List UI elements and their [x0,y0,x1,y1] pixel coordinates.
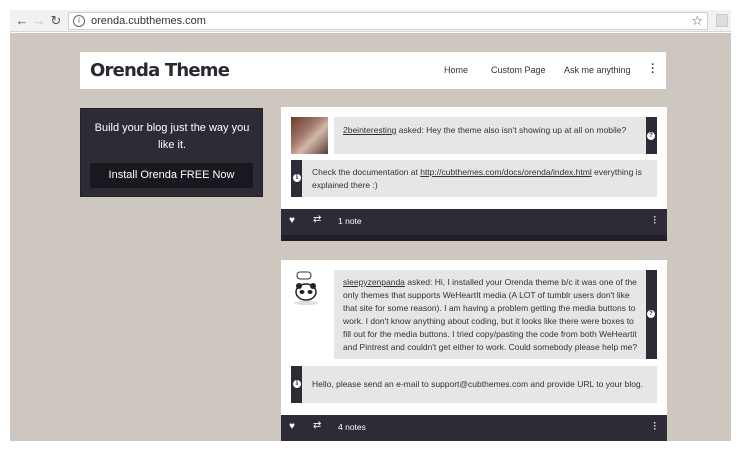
menu-item-home[interactable]: Home [444,65,468,75]
question-mark-icon: ? [647,132,655,140]
browser-chrome: ← → ↻ i orenda.cubthemes.com ☆ [10,10,731,32]
reblog-icon[interactable]: ⇄ [313,420,321,431]
ask-post: sleepyzenpanda asked: Hi, I installed yo… [281,260,667,441]
extension-icon[interactable] [716,14,728,27]
info-icon[interactable]: i [73,15,85,27]
asker-link[interactable]: sleepyzenpanda [343,277,405,287]
panda-avatar-icon [294,271,318,305]
site-header: Orenda Theme Home Custom Page Ask me any… [80,52,666,89]
post-footer: ♥ ⇄ 4 notes · · · [281,415,667,441]
more-menu-icon[interactable]: · · · [649,60,657,79]
promo-text: Build your blog just the way you like it… [94,122,250,151]
menu-item-ask[interactable]: Ask me anything [564,65,631,75]
question-mark-icon: ? [647,310,655,318]
more-options-icon[interactable]: · · · [653,419,657,434]
info-icon: i [293,174,301,182]
post-footer: ♥ ⇄ 1 note · · · [281,209,667,241]
address-bar[interactable]: i orenda.cubthemes.com ☆ [68,12,708,30]
asker-link[interactable]: 2beinteresting [343,125,396,135]
answer-text: Check the documentation at http://cubthe… [312,167,642,190]
answer-bubble: i Check the documentation at http://cubt… [291,160,657,197]
question-bubble: 2beinteresting asked: Hey the theme also… [334,117,657,154]
back-arrow-icon[interactable]: ← [14,13,30,29]
answer-text: Hello, please send an e-mail to support@… [312,379,644,389]
question-text: 2beinteresting asked: Hey the theme also… [343,125,627,135]
heart-icon[interactable]: ♥ [289,215,295,226]
url-text: orenda.cubthemes.com [91,15,206,27]
docs-link[interactable]: http://cubthemes.com/docs/orenda/index.h… [420,167,592,177]
notes-count[interactable]: 1 note [338,216,362,226]
info-icon: i [293,380,301,388]
answer-bubble: i Hello, please send an e-mail to suppor… [291,366,657,403]
more-options-icon[interactable]: · · · [653,213,657,228]
avatar[interactable] [291,270,328,307]
promo-box: Build your blog just the way you like it… [80,108,263,197]
notes-count[interactable]: 4 notes [338,422,366,432]
menu-item-custom-page[interactable]: Custom Page [491,65,546,75]
question-text: sleepyzenpanda asked: Hi, I installed yo… [343,277,638,352]
install-button[interactable]: Install Orenda FREE Now [90,163,253,188]
heart-icon[interactable]: ♥ [289,421,295,432]
avatar[interactable] [291,117,328,154]
page-viewport: Orenda Theme Home Custom Page Ask me any… [10,33,731,441]
ask-post: 2beinteresting asked: Hey the theme also… [281,107,667,241]
reload-icon[interactable]: ↻ [48,13,64,29]
bookmark-star-icon[interactable]: ☆ [691,13,703,29]
question-bubble: sleepyzenpanda asked: Hi, I installed yo… [334,270,657,359]
forward-arrow-icon[interactable]: → [31,13,47,29]
site-logo[interactable]: Orenda Theme [90,60,230,81]
reblog-icon[interactable]: ⇄ [313,214,321,225]
